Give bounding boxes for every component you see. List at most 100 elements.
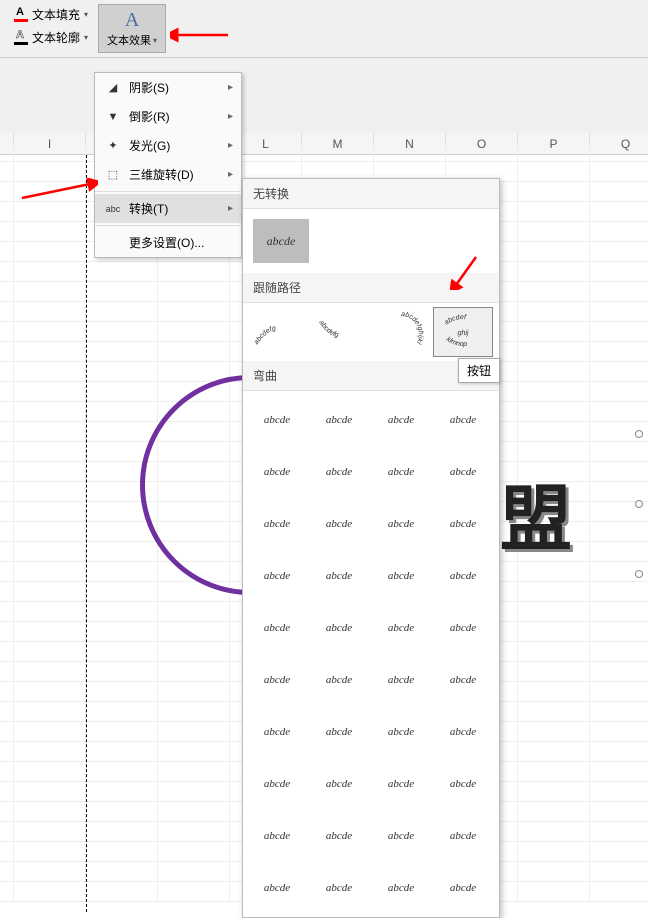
rotation3d-icon: ⬚	[105, 167, 121, 183]
warp-option[interactable]: abcde	[309, 395, 369, 445]
spacer-icon	[105, 235, 121, 251]
section-no-transform: 无转换	[243, 179, 499, 209]
warp-option[interactable]: abcde	[309, 811, 369, 861]
svg-text:klmnop: klmnop	[445, 336, 468, 348]
warp-option[interactable]: abcde	[371, 811, 431, 861]
text-effects-icon: A	[125, 9, 139, 32]
menu-label: 阴影(S)	[129, 79, 169, 96]
selection-handle[interactable]	[635, 430, 643, 438]
menu-label: 转换(T)	[129, 200, 168, 217]
no-transform-option[interactable]: abcde	[253, 219, 309, 263]
dropdown-arrow-icon: ▾	[84, 10, 88, 19]
ribbon-toolbar: 文本填充 ▾ 文本轮廓 ▾ A 文本效果 ▾	[0, 0, 648, 58]
warp-option[interactable]: abcde	[371, 499, 431, 549]
menu-label: 三维旋转(D)	[129, 166, 194, 183]
text-fill-icon	[14, 8, 28, 22]
warp-option[interactable]: abcde	[309, 551, 369, 601]
path-circle[interactable]: abcdefghijkl	[371, 307, 431, 357]
warp-option[interactable]: abcde	[371, 707, 431, 757]
warp-option[interactable]: abcde	[309, 447, 369, 497]
warp-option[interactable]: abcde	[433, 499, 493, 549]
warp-option[interactable]: abcde	[371, 395, 431, 445]
warp-option[interactable]: abcde	[433, 759, 493, 809]
text-format-group: 文本填充 ▾ 文本轮廓 ▾	[8, 4, 94, 48]
warp-option[interactable]: abcde	[433, 603, 493, 653]
text-effects-menu: ◢ 阴影(S) ▸ ▼ 倒影(R) ▸ ✦ 发光(G) ▸ ⬚ 三维旋转(D) …	[94, 72, 242, 258]
warp-option[interactable]: abcde	[371, 447, 431, 497]
submenu-arrow-icon: ▸	[228, 169, 233, 180]
warp-option[interactable]: abcde	[247, 447, 307, 497]
warp-option[interactable]: abcde	[309, 707, 369, 757]
svg-text:abcdefg: abcdefg	[253, 325, 277, 346]
menu-transform[interactable]: abc 转换(T) ▸	[95, 194, 241, 223]
path-arch-down[interactable]: abcdefg	[309, 307, 369, 357]
warp-option[interactable]: abcde	[371, 759, 431, 809]
warp-option[interactable]: abcde	[433, 447, 493, 497]
path-arch-up[interactable]: abcdefg	[247, 307, 307, 357]
warp-option[interactable]: abcde	[247, 499, 307, 549]
menu-label: 发光(G)	[129, 137, 170, 154]
submenu-arrow-icon: ▸	[228, 203, 233, 214]
page-break-line	[86, 155, 87, 912]
svg-text:abcdefghijkl: abcdefghijkl	[401, 311, 424, 345]
svg-text:abcdefg: abcdefg	[317, 319, 339, 339]
menu-label: 倒影(R)	[129, 108, 170, 125]
warp-option[interactable]: abcde	[309, 603, 369, 653]
warp-option[interactable]: abcde	[247, 603, 307, 653]
warp-option[interactable]: abcde	[433, 707, 493, 757]
warp-option[interactable]: abcde	[371, 863, 431, 913]
shadow-icon: ◢	[105, 80, 121, 96]
menu-3d-rotation[interactable]: ⬚ 三维旋转(D) ▸	[95, 160, 241, 189]
warp-option[interactable]: abcde	[433, 551, 493, 601]
path-button[interactable]: abcdef ghijklmnop	[433, 307, 493, 357]
transform-icon: abc	[105, 201, 121, 217]
menu-label: 更多设置(O)...	[129, 234, 204, 251]
svg-text:abcdef: abcdef	[443, 314, 467, 327]
text-effects-button[interactable]: A 文本效果 ▾	[98, 4, 166, 53]
menu-reflection[interactable]: ▼ 倒影(R) ▸	[95, 102, 241, 131]
wordart-character[interactable]: 盟	[500, 460, 572, 565]
svg-text:ghij: ghij	[458, 330, 469, 337]
warp-option[interactable]: abcde	[433, 655, 493, 705]
warp-option[interactable]: abcde	[371, 655, 431, 705]
warp-option[interactable]: abcde	[371, 603, 431, 653]
warp-option[interactable]: abcde	[247, 759, 307, 809]
reflection-icon: ▼	[105, 109, 121, 125]
menu-separator	[95, 225, 241, 226]
warp-option[interactable]: abcde	[247, 655, 307, 705]
warp-option[interactable]: abcde	[309, 759, 369, 809]
menu-glow[interactable]: ✦ 发光(G) ▸	[95, 131, 241, 160]
submenu-arrow-icon: ▸	[228, 111, 233, 122]
warp-option[interactable]: abcde	[247, 811, 307, 861]
submenu-arrow-icon: ▸	[228, 140, 233, 151]
warp-option[interactable]: abcde	[309, 863, 369, 913]
warp-option[interactable]: abcde	[309, 499, 369, 549]
glow-icon: ✦	[105, 138, 121, 154]
menu-more-settings[interactable]: 更多设置(O)...	[95, 228, 241, 257]
tooltip: 按钮	[458, 358, 500, 383]
transform-submenu: 无转换 abcde 跟随路径 abcdefg abcdefg abcdefghi…	[242, 178, 500, 918]
warp-options-grid: abcde abcde abcde abcde abcde abcde abcd…	[243, 391, 499, 917]
warp-option[interactable]: abcde	[247, 707, 307, 757]
text-outline-label: 文本轮廓	[32, 29, 80, 46]
warp-option[interactable]: abcde	[433, 395, 493, 445]
warp-option[interactable]: abcde	[247, 551, 307, 601]
text-fill-button[interactable]: 文本填充 ▾	[8, 4, 94, 25]
dropdown-arrow-icon: ▾	[153, 36, 157, 45]
dropdown-arrow-icon: ▾	[84, 33, 88, 42]
warp-option[interactable]: abcde	[433, 811, 493, 861]
selection-handle[interactable]	[635, 500, 643, 508]
submenu-arrow-icon: ▸	[228, 82, 233, 93]
text-fill-label: 文本填充	[32, 6, 80, 23]
menu-separator	[95, 191, 241, 192]
text-outline-button[interactable]: 文本轮廓 ▾	[8, 27, 94, 48]
warp-option[interactable]: abcde	[247, 863, 307, 913]
menu-shadow[interactable]: ◢ 阴影(S) ▸	[95, 73, 241, 102]
warp-option[interactable]: abcde	[309, 655, 369, 705]
warp-option[interactable]: abcde	[371, 551, 431, 601]
warp-option[interactable]: abcde	[433, 863, 493, 913]
section-follow-path: 跟随路径	[243, 273, 499, 303]
selection-handle[interactable]	[635, 570, 643, 578]
text-outline-icon	[14, 31, 28, 45]
warp-option[interactable]: abcde	[247, 395, 307, 445]
